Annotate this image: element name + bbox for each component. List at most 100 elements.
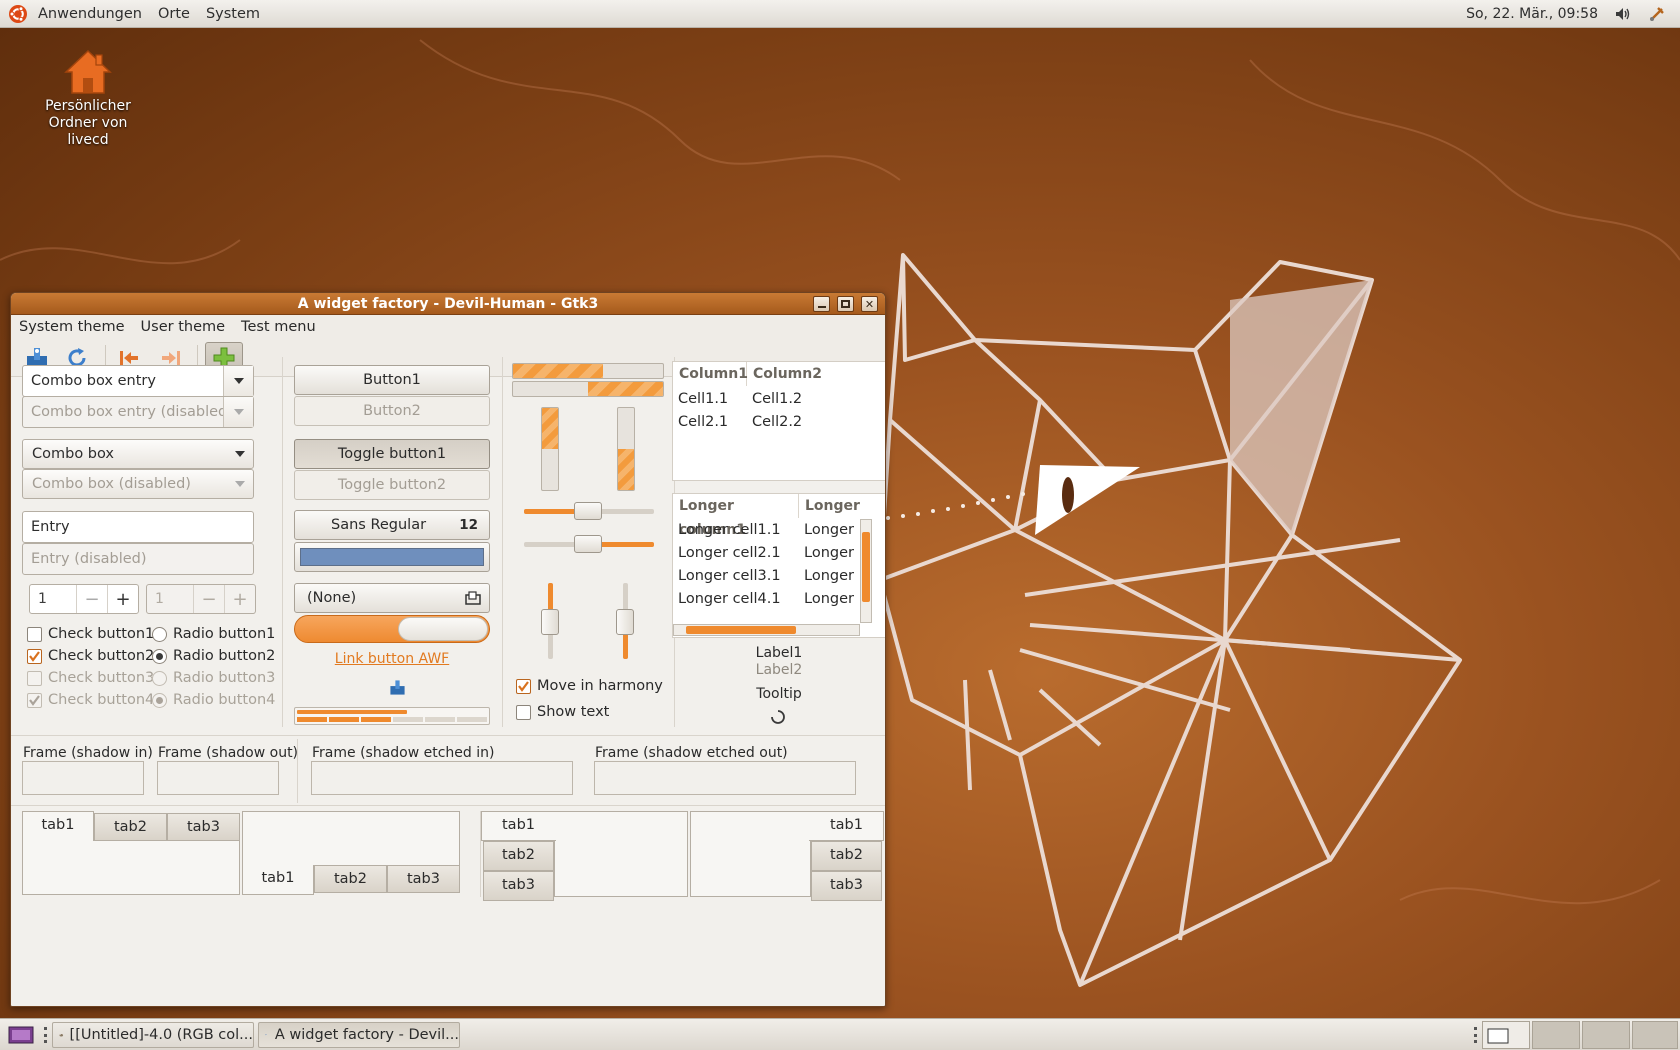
tree-view-2[interactable]: Longer column1 Longer Longer cell1.1 Lon… [672, 493, 885, 638]
spin-button[interactable]: 1 − + [29, 584, 139, 614]
ubuntu-logo-icon[interactable] [8, 4, 28, 24]
switch[interactable] [294, 615, 490, 643]
notebook-bottom-tab1[interactable]: tab1 [242, 865, 314, 895]
notebook-left-tab3[interactable]: tab3 [483, 871, 554, 901]
check-button1-label: Check button1 [48, 626, 155, 642]
radio-button2[interactable]: Radio button2 [152, 648, 275, 664]
toggle-button1[interactable]: Toggle button1 [294, 439, 490, 469]
notebook-bottom-tab3[interactable]: tab3 [387, 865, 460, 893]
notebook-left-tab1[interactable]: tab1 [481, 811, 556, 841]
spin-increment-button[interactable]: + [107, 585, 138, 613]
vscale-2[interactable] [616, 583, 634, 659]
workspace-4[interactable] [1632, 1021, 1678, 1049]
show-desktop-icon[interactable] [8, 1026, 34, 1044]
show-text-check[interactable]: Show text [516, 704, 609, 720]
workspace-2[interactable] [1532, 1021, 1580, 1049]
entry[interactable]: Entry [22, 511, 254, 543]
horizontal-scrollbar[interactable] [673, 624, 860, 636]
hscale-2-handle[interactable] [574, 535, 602, 553]
tree1-column1-header[interactable]: Column1 [673, 362, 748, 386]
volume-icon[interactable] [1614, 5, 1632, 23]
notebook-top-tab1[interactable]: tab1 [22, 811, 94, 841]
workspace-3[interactable] [1582, 1021, 1630, 1049]
level-bar [294, 707, 490, 725]
tooltip-label[interactable]: Tooltip [672, 686, 885, 702]
maximize-button[interactable] [837, 296, 854, 312]
session-icon[interactable] [1648, 5, 1666, 23]
accessibility-icon[interactable] [389, 679, 406, 696]
check-button2[interactable]: Check button2 [27, 648, 154, 664]
vscale-1-handle[interactable] [541, 609, 559, 635]
file-chooser-button[interactable]: (None) [294, 583, 490, 613]
tree2-column1-header[interactable]: Longer column1 [673, 494, 799, 538]
notebook-left-tab2[interactable]: tab2 [483, 841, 554, 871]
tree2-cell[interactable]: Longer c [804, 568, 859, 584]
vertical-scrollbar[interactable] [860, 519, 872, 623]
tree1-cell[interactable]: Cell1.2 [752, 391, 802, 407]
combo-box-entry-text[interactable]: Combo box entry [23, 373, 223, 389]
taskbar-item-gimp[interactable]: [[Untitled]-4.0 (RGB col... [52, 1022, 254, 1048]
check-button1[interactable]: Check button1 [27, 626, 154, 642]
tree1-column2-header[interactable]: Column2 [747, 362, 885, 386]
vertical-scrollbar-thumb[interactable] [862, 532, 870, 602]
tree2-cell[interactable]: Longer cell1.1 [678, 522, 781, 538]
tree2-cell[interactable]: Longer cell4.1 [678, 591, 781, 607]
link-button[interactable]: Link button AWF [294, 651, 490, 667]
hscale-1[interactable] [524, 502, 654, 520]
combo-box[interactable]: Combo box [22, 439, 254, 469]
hscale-1-handle[interactable] [574, 502, 602, 520]
button1[interactable]: Button1 [294, 365, 490, 395]
notebook-top-tab3[interactable]: tab3 [167, 813, 240, 841]
menu-user-theme[interactable]: User theme [133, 319, 234, 335]
combo-box-entry-disabled-text: Combo box entry (disabled) [31, 404, 223, 420]
toggle-button2: Toggle button2 [294, 470, 490, 500]
combo-box-entry-arrow[interactable] [223, 366, 253, 396]
minimize-button[interactable] [813, 296, 830, 312]
window-titlebar[interactable]: A widget factory - Devil-Human - Gtk3 ✕ [11, 293, 885, 315]
panel-handle[interactable] [44, 1027, 47, 1043]
taskbar-item-widget-factory[interactable]: A widget factory - Devil... [258, 1022, 460, 1048]
vscale-1[interactable] [541, 583, 559, 659]
tree-view-1[interactable]: Column1 Column2 Cell1.1 Cell1.2 Cell2.1 … [672, 361, 885, 481]
notebook-right-tab3[interactable]: tab3 [811, 871, 882, 901]
tree1-cell[interactable]: Cell2.2 [752, 414, 802, 430]
notebook-right-tab1[interactable]: tab1 [809, 811, 884, 841]
switch-knob[interactable] [398, 617, 488, 641]
spin-value[interactable]: 1 [30, 591, 76, 607]
color-button[interactable] [294, 542, 490, 572]
menu-system[interactable]: System [198, 0, 268, 28]
frame-shadow-etched-in [311, 761, 573, 795]
spin-decrement-button[interactable]: − [76, 585, 107, 613]
combo-box-disabled-text: Combo box (disabled) [32, 476, 191, 492]
tree1-cell[interactable]: Cell1.1 [678, 391, 728, 407]
notebook-bottom-tab2[interactable]: tab2 [314, 865, 387, 893]
tree2-cell[interactable]: Longer cell2.1 [678, 545, 781, 561]
hscale-2[interactable] [524, 535, 654, 553]
tree2-cell[interactable]: Longer cell3.1 [678, 568, 781, 584]
tree2-cell[interactable]: Longer c [804, 591, 859, 607]
chevron-down-icon [233, 378, 244, 384]
radio-button1[interactable]: Radio button1 [152, 626, 275, 642]
panel-handle-right[interactable] [1474, 1027, 1477, 1043]
font-button[interactable]: Sans Regular 12 [294, 510, 490, 540]
tree2-cell[interactable]: Longer c [804, 522, 859, 538]
notebook-right-tab2[interactable]: tab2 [811, 841, 882, 871]
horizontal-scrollbar-thumb[interactable] [686, 626, 796, 634]
tree2-column2-header[interactable]: Longer [799, 494, 869, 518]
tree1-cell[interactable]: Cell2.1 [678, 414, 728, 430]
tree2-cell[interactable]: Longer c [804, 545, 859, 561]
move-in-harmony-check[interactable]: Move in harmony [516, 678, 663, 694]
notebook-top-tab2[interactable]: tab2 [94, 813, 167, 841]
vertical-progress-2 [617, 407, 635, 491]
check-button3: Check button3 [27, 670, 154, 686]
combo-box-entry[interactable]: Combo box entry [22, 365, 254, 397]
menu-test-menu[interactable]: Test menu [233, 319, 324, 335]
vscale-2-handle[interactable] [616, 609, 634, 635]
close-button[interactable]: ✕ [861, 296, 878, 312]
desktop-home-folder[interactable]: Persönlicher Ordner von livecd [36, 48, 140, 149]
menu-orte[interactable]: Orte [150, 0, 198, 28]
clock[interactable]: So, 22. Mär., 09:58 [1466, 0, 1598, 28]
menu-anwendungen[interactable]: Anwendungen [30, 0, 150, 28]
workspace-1[interactable] [1482, 1021, 1530, 1049]
menu-system-theme[interactable]: System theme [11, 319, 133, 335]
